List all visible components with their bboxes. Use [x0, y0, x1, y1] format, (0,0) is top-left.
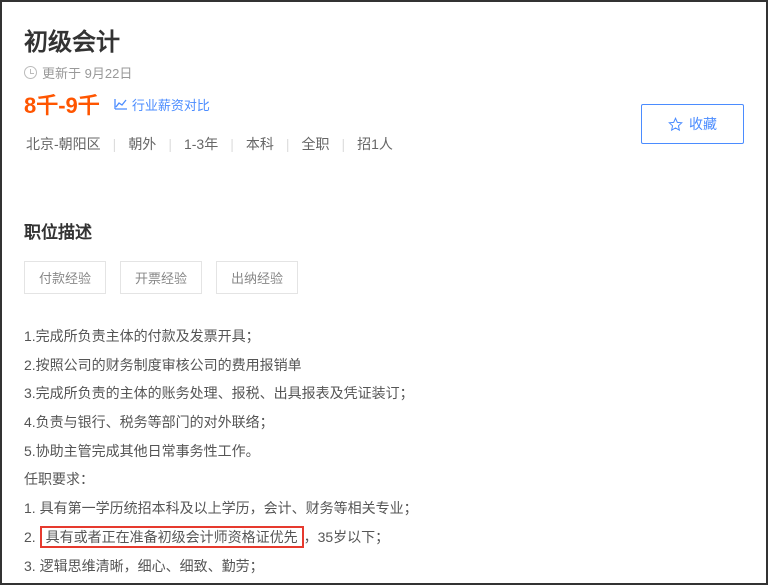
meta-location: 北京-朝阳区 — [24, 134, 103, 154]
favorite-button[interactable]: 收藏 — [641, 104, 744, 144]
meta-jobtype: 全职 — [299, 134, 331, 154]
clock-icon — [24, 66, 37, 79]
salary-compare-link[interactable]: 行业薪资对比 — [114, 95, 210, 114]
update-row: 更新于 9月22日 — [24, 63, 744, 82]
desc-item: 4.负责与银行、税务等部门的对外联络； — [24, 408, 744, 437]
desc-item: 3.完成所负责的主体的账务处理、报税、出具报表及凭证装订； — [24, 379, 744, 408]
meta-experience: 1-3年 — [182, 134, 220, 154]
meta-row: 北京-朝阳区 | 朝外 | 1-3年 | 本科 | 全职 | 招1人 — [24, 134, 744, 154]
desc-item: 1.完成所负责主体的付款及发票开具； — [24, 322, 744, 351]
highlight-box: 具有或者正在准备初级会计师资格证优先 — [40, 526, 304, 548]
update-date: 9月22日 — [85, 63, 133, 82]
compare-label: 行业薪资对比 — [132, 95, 210, 114]
star-icon — [668, 117, 683, 132]
req-item: 3. 逻辑思维清晰，细心、细致、勤劳； — [24, 552, 744, 581]
desc-item: 2.按照公司的财务制度审核公司的费用报销单 — [24, 351, 744, 380]
salary-row: 8千-9千 行业薪资对比 — [24, 88, 744, 120]
tag-item: 开票经验 — [120, 261, 202, 294]
update-prefix: 更新于 — [42, 63, 81, 82]
req-title: 任职要求： — [24, 465, 744, 494]
req-item: 1. 具有第一学历统招本科及以上学历，会计、财务等相关专业； — [24, 494, 744, 523]
salary-amount: 8千-9千 — [24, 88, 100, 120]
job-title: 初级会计 — [24, 22, 744, 57]
meta-headcount: 招1人 — [355, 134, 395, 154]
tag-item: 出纳经验 — [216, 261, 298, 294]
chart-icon — [114, 98, 128, 110]
tags-row: 付款经验 开票经验 出纳经验 — [24, 261, 744, 294]
description-list: 1.完成所负责主体的付款及发票开具； 2.按照公司的财务制度审核公司的费用报销单… — [24, 322, 744, 580]
section-desc-title: 职位描述 — [24, 218, 744, 243]
tag-item: 付款经验 — [24, 261, 106, 294]
desc-item: 5.协助主管完成其他日常事务性工作。 — [24, 437, 744, 466]
req-item: 2. 具有或者正在准备初级会计师资格证优先，35岁以下； — [24, 523, 744, 552]
favorite-label: 收藏 — [689, 114, 717, 134]
meta-area: 朝外 — [126, 134, 158, 154]
meta-education: 本科 — [244, 134, 276, 154]
